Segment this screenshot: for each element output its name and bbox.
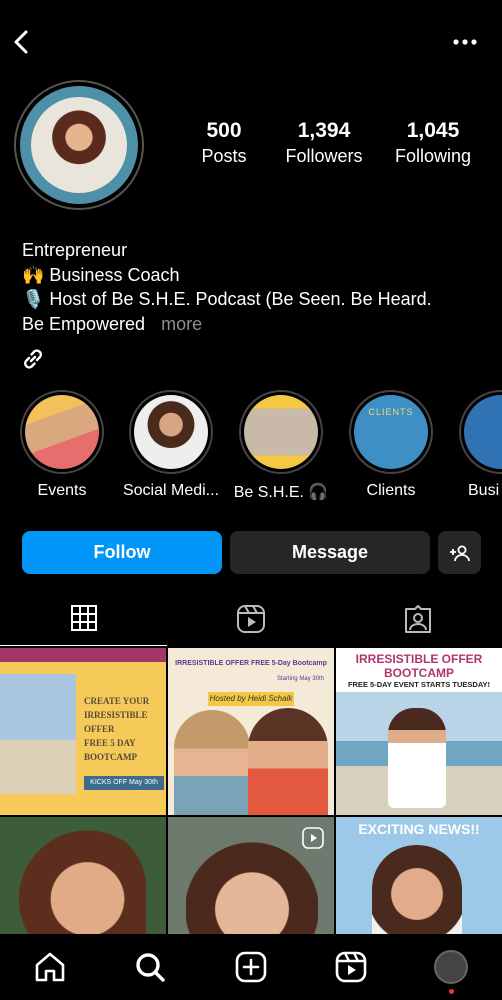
bio-more-link[interactable]: more (161, 314, 202, 334)
post-text: CREATE YOUR IRRESISTIBLE OFFER FREE 5 DA… (84, 694, 164, 764)
highlight-business[interactable]: Busi (446, 390, 502, 500)
suggest-people-button[interactable] (438, 531, 481, 574)
highlight-ring (239, 390, 323, 474)
post-photo (16, 827, 146, 934)
post-text-line: IRRESISTIBLE (84, 710, 148, 720)
post-photo (174, 710, 250, 815)
followers-label: Followers (285, 146, 363, 166)
tab-posts-grid[interactable] (0, 598, 167, 646)
follow-button[interactable]: Follow (22, 531, 222, 574)
grid-icon (70, 605, 97, 631)
post-thumbnail[interactable]: IRRESISTIBLE OFFER BOOTCAMP FREE 5-DAY E… (336, 648, 502, 815)
link-icon[interactable] (20, 346, 46, 372)
post-host: Hosted by Heidi Schalk (208, 692, 294, 706)
posts-stat[interactable]: 500 Posts (180, 118, 268, 168)
post-footer: KICKS OFF May 30th (84, 776, 164, 790)
highlight-cover (134, 395, 208, 469)
tagged-icon (404, 605, 431, 633)
avatar-photo (31, 97, 127, 193)
highlight-label: Be S.H.E. 🎧 (233, 484, 329, 500)
highlight-clients[interactable]: CLIENTS Clients (336, 390, 446, 500)
post-subheading: FREE 5-DAY EVENT STARTS TUESDAY! (347, 680, 491, 689)
create-post-icon[interactable] (234, 950, 268, 984)
reel-indicator-icon (302, 827, 324, 849)
post-text-line: CREATE YOUR (84, 696, 150, 706)
followers-count: 1,394 (297, 119, 351, 142)
post-text-line: BOOTCAMP (84, 752, 137, 762)
home-icon[interactable] (33, 950, 67, 984)
clients-cover-text: CLIENTS (368, 407, 414, 417)
reels-nav-icon[interactable] (334, 950, 368, 984)
message-button[interactable]: Message (230, 531, 430, 574)
profile-tabs (0, 598, 502, 646)
highlight-label: Clients (366, 482, 416, 499)
highlight-label: Social Medi... (122, 482, 220, 499)
posts-label: Posts (201, 146, 247, 166)
followers-stat[interactable]: 1,394 Followers (268, 118, 380, 168)
post-heading: IRRESISTIBLE OFFER FREE 5-Day Bootcamp (175, 660, 327, 667)
following-label: Following (394, 146, 472, 166)
highlight-cover: CLIENTS (354, 395, 428, 469)
highlight-cover (464, 395, 502, 469)
tab-tagged[interactable] (334, 598, 501, 646)
highlight-label: Busi (468, 482, 500, 499)
highlight-ring (129, 390, 213, 474)
post-text-line: FREE 5 DAY (84, 738, 136, 748)
post-thumbnail[interactable]: CREATE YOUR IRRESISTIBLE OFFER FREE 5 DA… (0, 648, 166, 815)
bio-line-2: 🎙️ Host of Be S.H.E. Podcast (Be Seen. B… (22, 289, 432, 309)
highlight-ring: CLIENTS (349, 390, 433, 474)
following-stat[interactable]: 1,045 Following (380, 118, 486, 168)
story-highlights: Events Social Medi... Be S.H.E. 🎧 CLIENT… (0, 390, 502, 500)
bio-category: Entrepreneur (22, 240, 128, 260)
post-thumbnail[interactable]: IRRESISTIBLE OFFER FREE 5-Day Bootcamp S… (168, 648, 334, 815)
post-text-line: OFFER (84, 724, 115, 734)
posts-count: 500 (206, 119, 242, 142)
post-heading: EXCITING NEWS!! (336, 821, 502, 837)
reels-icon (236, 605, 265, 633)
notification-dot (449, 989, 454, 994)
highlight-events[interactable]: Events (7, 390, 117, 500)
post-banner (0, 648, 166, 662)
highlight-be-she[interactable]: Be S.H.E. 🎧 (226, 390, 336, 500)
posts-grid: CREATE YOUR IRRESISTIBLE OFFER FREE 5 DA… (0, 648, 502, 934)
more-options-icon[interactable] (452, 32, 478, 52)
post-photo (372, 845, 462, 934)
highlight-social-media[interactable]: Social Medi... (116, 390, 226, 500)
post-figure (388, 708, 446, 808)
bottom-nav (0, 934, 502, 1000)
back-arrow-icon[interactable] (8, 28, 36, 56)
post-thumbnail[interactable]: EXCITING NEWS!! (336, 817, 502, 934)
top-bar (0, 0, 502, 90)
add-person-icon (449, 545, 470, 561)
profile-avatar[interactable] (14, 80, 144, 210)
highlight-label: Events (37, 482, 87, 499)
highlight-cover (25, 395, 99, 469)
post-heading: IRRESISTIBLE OFFER BOOTCAMP (355, 652, 483, 680)
avatar-frame (20, 86, 138, 204)
post-photo (248, 708, 328, 815)
post-thumbnail[interactable] (168, 817, 334, 934)
following-count: 1,045 (406, 119, 460, 142)
profile-actions: Follow Message (22, 531, 482, 574)
profile-bio: Entrepreneur 🙌 Business Coach 🎙️ Host of… (22, 238, 492, 336)
post-thumbnail[interactable] (0, 817, 166, 934)
highlight-cover (244, 395, 318, 469)
search-icon[interactable] (133, 950, 167, 984)
highlight-ring (459, 390, 502, 474)
post-photo (0, 674, 76, 794)
tab-reels[interactable] (167, 598, 334, 646)
profile-stats: 500 Posts 1,394 Followers 1,045 Followin… (180, 118, 490, 168)
post-photo (186, 825, 318, 934)
bio-line-1: 🙌 Business Coach (22, 264, 180, 285)
post-subheading: Starting May 30th (276, 676, 324, 682)
highlight-ring (20, 390, 104, 474)
bio-line-3: Be Empowered (22, 313, 146, 334)
profile-nav-avatar[interactable] (434, 950, 468, 984)
